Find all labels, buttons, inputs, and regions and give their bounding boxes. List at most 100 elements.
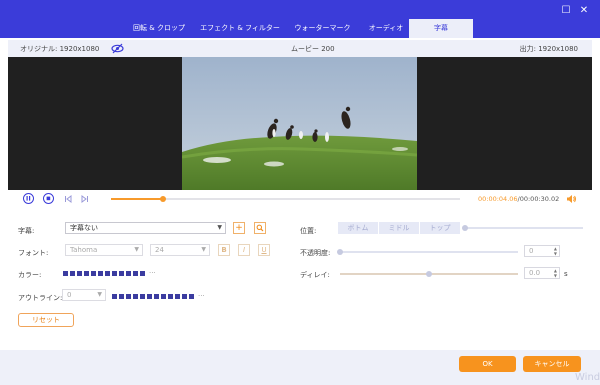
windows-watermark: Wind [575,372,600,383]
color-swatch[interactable] [126,293,131,299]
color-swatch[interactable] [105,270,110,276]
chevron-down-icon: ▼ [217,224,222,231]
cancel-button[interactable]: キャンセル [523,356,581,372]
font-size-select[interactable]: 24 ▼ [150,244,210,256]
position-top-button[interactable]: トップ [420,222,461,234]
color-swatch[interactable] [98,270,103,276]
position-label: 位置: [300,227,317,235]
delay-spinbox[interactable]: 0.0 ▲ ▼ [524,267,560,279]
subtitle-label: 字幕: [18,227,35,235]
add-subtitle-button[interactable]: + [233,222,245,234]
font-label: フォント: [18,249,49,257]
color-swatch[interactable] [140,270,145,276]
tab-bar: 回転 & クロップ エフェクト & フィルター ウォーターマーク オーディオ 字… [120,19,473,38]
opacity-slider[interactable] [337,249,518,255]
position-bottom-button[interactable]: ボトム [338,222,379,234]
color-swatch[interactable] [133,270,138,276]
delay-slider[interactable] [340,271,518,277]
color-swatch[interactable] [112,293,117,299]
timeline-slider[interactable] [111,196,460,202]
delay-label: ディレイ: [300,271,330,279]
pause-icon[interactable] [23,193,34,204]
italic-button[interactable]: I [238,244,250,256]
time-readout: 00:00:04.06/00:00:30.02 [478,195,559,203]
delay-unit: s [564,270,568,278]
position-button-group: ボトム ミドル トップ [338,222,461,234]
color-swatch[interactable] [119,293,124,299]
tab-subtitle[interactable]: 字幕 [409,19,473,38]
next-frame-icon[interactable] [81,195,89,203]
color-swatches[interactable]: ··· [63,269,156,277]
tab-watermark[interactable]: ウォーターマーク [282,19,363,38]
close-icon[interactable]: ✕ [579,6,589,16]
delay-value: 0.0 [529,269,541,277]
position-middle-button[interactable]: ミドル [379,222,420,234]
chevron-down-icon: ▼ [201,246,206,253]
color-swatch[interactable] [77,270,82,276]
playback-controls: 00:00:04.06/00:00:30.02 [8,190,592,208]
more-colors-icon[interactable]: ··· [149,269,156,277]
color-swatch[interactable] [168,293,173,299]
opacity-label: 不透明度: [300,249,331,257]
timeline-progress [111,198,164,200]
tab-audio[interactable]: オーディオ [363,19,409,38]
video-preview-image [182,57,417,190]
more-colors-icon[interactable]: ··· [198,292,205,300]
bold-button[interactable]: B [218,244,230,256]
previous-frame-icon[interactable] [64,195,72,203]
color-label: カラー: [18,271,42,279]
current-time: 00:00:04.06 [478,195,518,203]
font-family-select[interactable]: Tahoma ▼ [65,244,143,256]
opacity-slider-handle[interactable] [337,249,343,255]
position-slider[interactable] [462,225,583,231]
stop-icon[interactable] [43,193,54,204]
chevron-down-icon: ▼ [97,291,102,298]
outline-select[interactable]: 0 ▼ [62,289,106,301]
outline-label: アウトライン: [18,294,63,302]
underline-button[interactable]: U [258,244,270,256]
original-resolution: オリジナル: 1920x1080 [20,45,100,53]
video-frame [182,57,417,190]
tab-rotate-crop[interactable]: 回転 & クロップ [120,19,198,38]
outline-select-value: 0 [67,291,72,299]
ok-button[interactable]: OK [459,356,516,372]
color-swatch[interactable] [175,293,180,299]
color-swatch[interactable] [161,293,166,299]
position-slider-handle[interactable] [462,225,468,231]
color-swatch[interactable] [119,270,124,276]
color-swatch[interactable] [133,293,138,299]
search-subtitle-button[interactable] [254,222,266,234]
color-swatch[interactable] [112,270,117,276]
subtitle-select[interactable]: 字幕ない ▼ [65,222,226,234]
eye-hidden-icon[interactable] [111,43,124,54]
volume-icon[interactable] [566,194,577,204]
delay-slider-handle[interactable] [426,271,432,277]
video-player [8,57,592,190]
color-swatch[interactable] [70,270,75,276]
tab-effects-filters[interactable]: エフェクト & フィルター [198,19,282,38]
opacity-value: 0 [529,247,534,255]
outline-swatches[interactable]: ··· [112,292,205,300]
color-swatch[interactable] [140,293,145,299]
color-swatch[interactable] [84,270,89,276]
font-family-value: Tahoma [70,246,98,254]
info-bar: オリジナル: 1920x1080 ムービー 200 出力: 1920x1080 [8,40,592,57]
color-swatch[interactable] [182,293,187,299]
reset-button[interactable]: リセット [18,313,74,327]
color-swatch[interactable] [91,270,96,276]
search-icon [256,224,264,232]
opacity-spinbox[interactable]: 0 ▲ ▼ [524,245,560,257]
color-swatch[interactable] [126,270,131,276]
output-resolution: 出力: 1920x1080 [519,45,578,53]
spin-down-icon[interactable]: ▼ [554,251,557,256]
subtitle-select-value: 字幕ない [70,224,98,232]
spin-down-icon[interactable]: ▼ [554,273,557,278]
font-size-value: 24 [155,246,164,254]
movie-title: ムービー 200 [291,45,335,53]
timeline-handle[interactable] [160,196,167,202]
color-swatch[interactable] [154,293,159,299]
color-swatch[interactable] [189,293,194,299]
maximize-icon[interactable]: ☐ [561,6,571,16]
color-swatch[interactable] [63,270,68,276]
color-swatch[interactable] [147,293,152,299]
